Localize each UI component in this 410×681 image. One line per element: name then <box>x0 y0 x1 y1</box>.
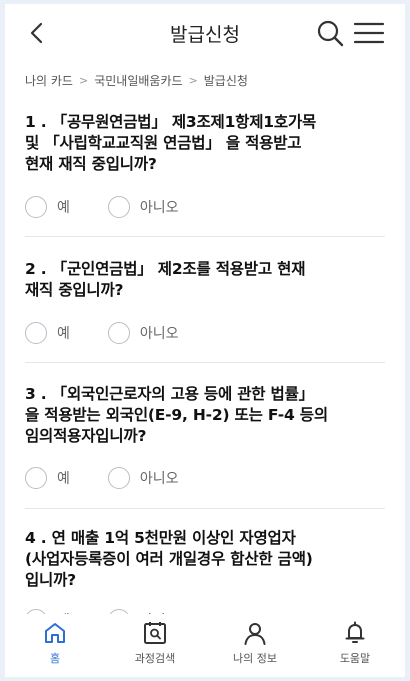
question-line: 현재 재직 중입니까? <box>25 155 157 173</box>
question-text: 1 . 「공무원연금법」 제3조제1항제1호가목 및 「사립학교교직원 연금법」… <box>25 112 385 175</box>
answer-yes-option[interactable]: 예 <box>25 196 70 218</box>
answer-no-option[interactable]: 아니오 <box>107 322 179 344</box>
option-label: 아니오 <box>139 326 179 342</box>
tab-label: 도움말 <box>339 652 371 665</box>
chevron-left-icon <box>30 22 43 44</box>
question-line: 및 「사립학교교직원 연금법」 을 적용받고 <box>25 134 302 152</box>
answer-options: 예 아니오 <box>25 196 217 218</box>
question-line: 4 . 연 매출 1억 5천만원 이상인 자영업자 <box>25 529 296 547</box>
question-3: 3 . 「외국인근로자의 고용 등에 관한 법률」 을 적용받는 외국인(E-9… <box>25 384 385 489</box>
question-text: 3 . 「외국인근로자의 고용 등에 관한 법률」 을 적용받는 외국인(E-9… <box>25 384 385 447</box>
tab-label: 과정검색 <box>134 652 176 665</box>
back-button[interactable] <box>23 18 53 48</box>
answer-options: 예 아니오 <box>25 467 217 489</box>
answer-yes-option[interactable]: 예 <box>25 322 70 344</box>
search-icon <box>317 20 344 47</box>
breadcrumb-item-my-card[interactable]: 나의 카드 <box>25 72 73 89</box>
search-button[interactable] <box>315 18 345 48</box>
question-line: 을 적용받는 외국인(E-9, H-2) 또는 F-4 등의 <box>25 406 328 424</box>
radio-button[interactable] <box>25 196 47 218</box>
divider <box>25 362 385 363</box>
breadcrumb: 나의 카드 > 국민내일배움카드 > 발급신청 <box>25 72 248 89</box>
chevron-right-icon: > <box>78 74 89 87</box>
question-2: 2 . 「군인연금법」 제2조를 적용받고 현재 재직 중입니까? 예 아니오 <box>25 259 385 344</box>
home-icon <box>45 623 65 643</box>
breadcrumb-item-card-type[interactable]: 국민내일배움카드 <box>94 72 182 89</box>
option-label: 예 <box>57 200 70 216</box>
question-line: 2 . 「군인연금법」 제2조를 적용받고 현재 <box>25 260 306 278</box>
course-search-icon <box>144 622 166 644</box>
question-text: 2 . 「군인연금법」 제2조를 적용받고 현재 재직 중입니까? <box>25 259 385 301</box>
question-text: 4 . 연 매출 1억 5천만원 이상인 자영업자 (사업자등록증이 여러 개일… <box>25 528 385 591</box>
divider <box>25 508 385 509</box>
option-label: 예 <box>57 471 70 487</box>
tab-help[interactable]: 도움말 <box>305 614 405 677</box>
chevron-right-icon: > <box>188 74 198 87</box>
tab-home[interactable]: 홈 <box>5 614 105 677</box>
menu-button[interactable] <box>352 18 386 48</box>
radio-button[interactable] <box>107 322 130 344</box>
tab-my-info[interactable]: 나의 정보 <box>205 614 305 677</box>
answer-no-option[interactable]: 아니오 <box>107 196 179 218</box>
bottom-tab-bar: 홈 과정검색 나의 정보 도움말 <box>5 614 405 677</box>
question-line: 재직 중입니까? <box>25 281 124 299</box>
question-line: 입니까? <box>25 571 76 589</box>
question-line: 3 . 「외국인근로자의 고용 등에 관한 법률」 <box>25 385 314 403</box>
tab-course-search[interactable]: 과정검색 <box>105 614 205 677</box>
answer-yes-option[interactable]: 예 <box>25 467 70 489</box>
radio-button[interactable] <box>25 467 47 489</box>
app-screen: 발급신청 나의 카드 > 국민내일배움카드 > 발급신청 1 . 「공무원연금법… <box>5 4 405 677</box>
hamburger-menu-icon <box>353 22 385 44</box>
breadcrumb-item-current: 발급신청 <box>203 74 248 88</box>
question-line: 임의적용자입니까? <box>25 427 147 445</box>
header: 발급신청 <box>5 4 405 62</box>
radio-button[interactable] <box>107 196 130 218</box>
question-line: 1 . 「공무원연금법」 제3조제1항제1호가목 <box>25 113 317 131</box>
question-1: 1 . 「공무원연금법」 제3조제1항제1호가목 및 「사립학교교직원 연금법」… <box>25 112 385 218</box>
option-label: 아니오 <box>139 200 179 216</box>
divider <box>25 236 385 237</box>
tab-label: 나의 정보 <box>233 652 277 665</box>
radio-button[interactable] <box>107 467 130 489</box>
option-label: 아니오 <box>139 471 179 487</box>
option-label: 예 <box>57 326 70 342</box>
answer-options: 예 아니오 <box>25 322 217 344</box>
page-title: 발급신청 <box>170 24 240 46</box>
radio-button[interactable] <box>25 322 47 344</box>
tab-label: 홈 <box>49 652 61 665</box>
bell-icon <box>345 621 365 643</box>
answer-no-option[interactable]: 아니오 <box>107 467 179 489</box>
user-icon <box>244 623 266 645</box>
question-4: 4 . 연 매출 1억 5천만원 이상인 자영업자 (사업자등록증이 여러 개일… <box>25 528 385 631</box>
question-line: (사업자등록증이 여러 개일경우 합산한 금액) <box>25 550 313 568</box>
